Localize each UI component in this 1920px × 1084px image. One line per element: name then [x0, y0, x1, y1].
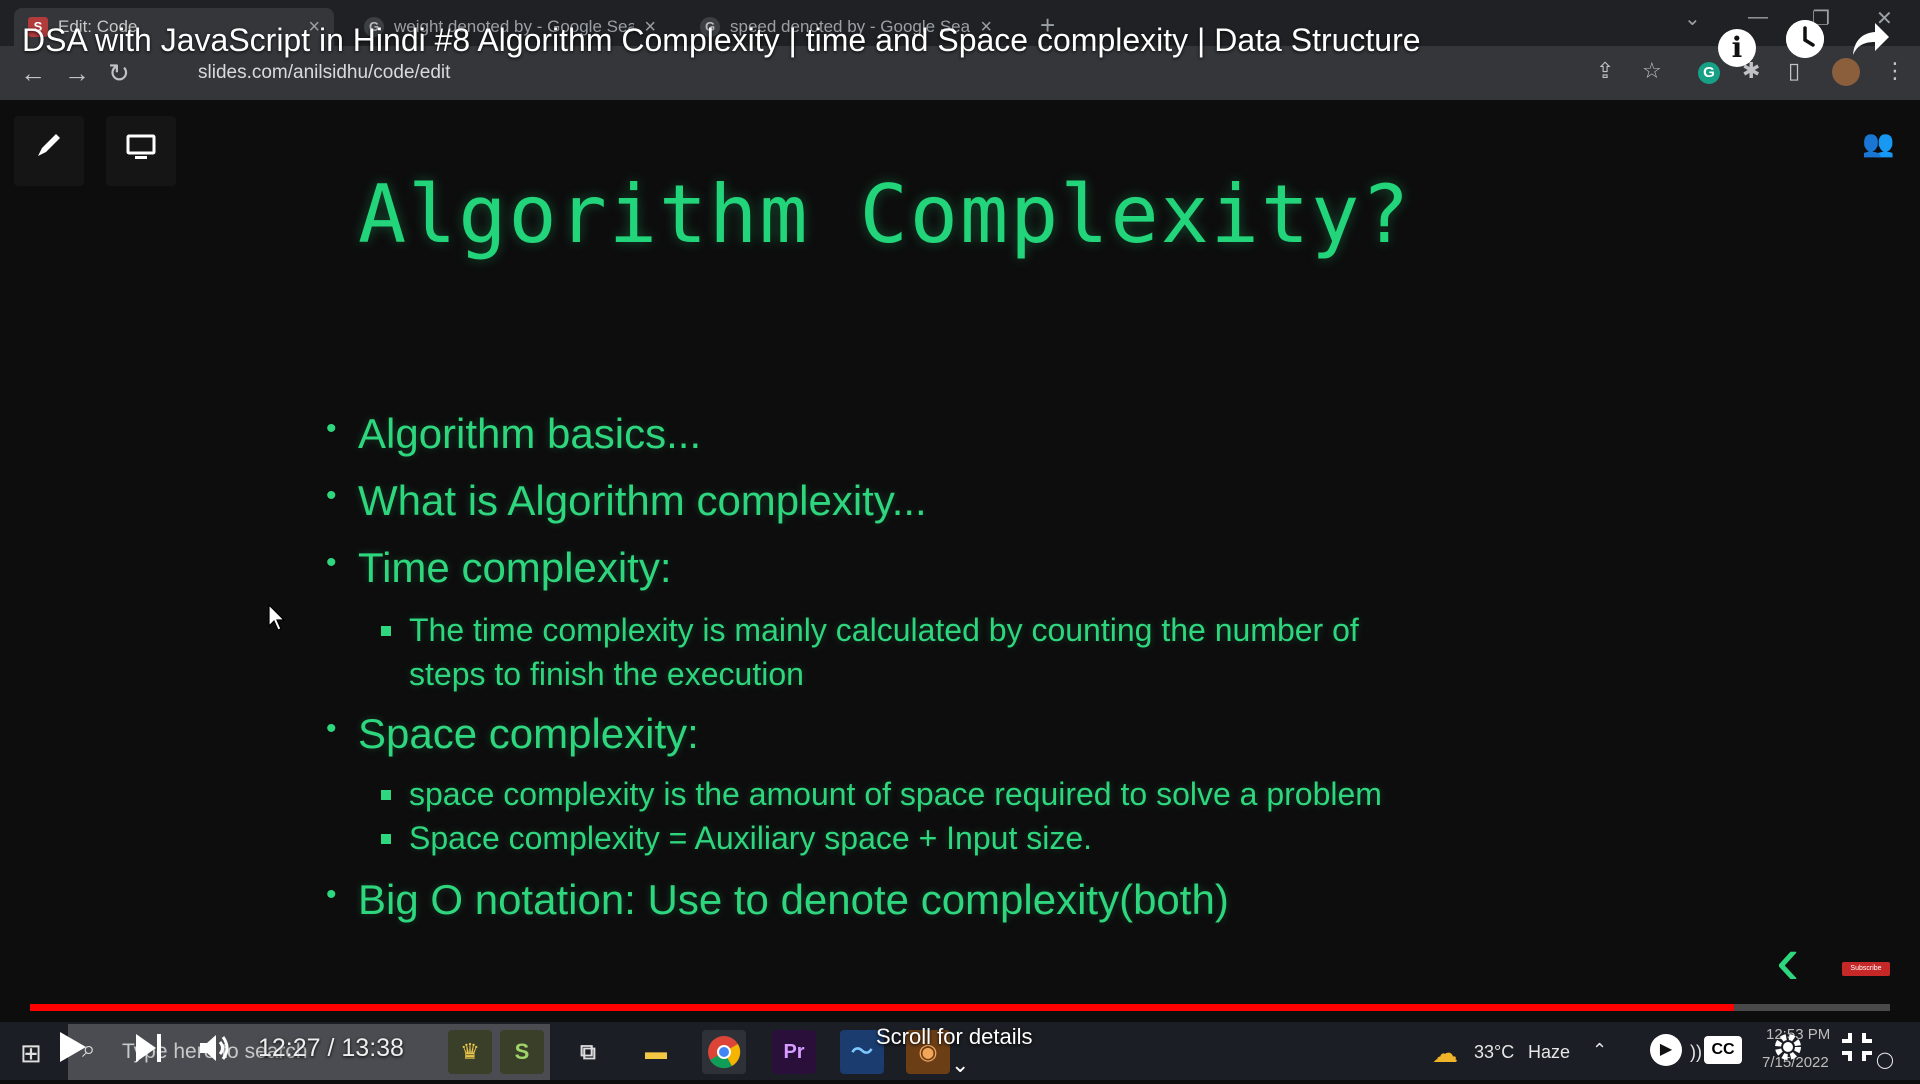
file-explorer-icon[interactable]: ▬ [634, 1030, 678, 1074]
slide-bullet: Time complexity: [358, 544, 672, 591]
slide-sub-bullet: steps to finish the execution [409, 656, 804, 692]
slide-bullet: Space complexity: [358, 710, 699, 757]
reload-icon[interactable]: ↻ [108, 58, 130, 89]
bullet-square-icon [381, 834, 391, 844]
speaker-icon [200, 1035, 229, 1061]
slide-sub-bullet: The time complexity is mainly calculated… [409, 612, 1359, 648]
task-view-icon[interactable]: ⧉ [566, 1030, 610, 1074]
scroll-for-details-hint[interactable]: Scroll for details [876, 1024, 1033, 1050]
mouse-cursor-icon [268, 604, 286, 631]
play-button[interactable] [58, 1030, 88, 1074]
gear-icon [1775, 1034, 1801, 1060]
bullet-dot-icon: • [326, 546, 337, 579]
monitor-icon [126, 134, 156, 159]
slide-bullet: Algorithm basics... [358, 410, 702, 457]
subscribe-badge[interactable]: Subscribe [1842, 962, 1890, 976]
volume-button[interactable] [198, 1030, 232, 1074]
video-title[interactable]: DSA with JavaScript in Hindi #8 Algorith… [22, 22, 1421, 59]
video-progress-bar[interactable] [30, 1004, 1890, 1011]
share-button[interactable] [1846, 20, 1896, 70]
bullet-dot-icon: • [326, 479, 337, 512]
exit-fullscreen-button[interactable] [1840, 1030, 1874, 1074]
previous-slide-chevron-icon[interactable]: ‹ [1776, 925, 1799, 995]
info-icon: i [1718, 29, 1756, 67]
share-icon[interactable]: ⇪ [1596, 58, 1614, 84]
weather-temperature: 33°C [1474, 1042, 1515, 1062]
time-display: 12:27 / 13:38 [258, 1034, 404, 1062]
subtitles-cc-button[interactable]: CC [1704, 1036, 1742, 1064]
url-field[interactable]: slides.com/anilsidhu/code/edit [198, 62, 450, 84]
tab-search-chevron-icon[interactable]: ⌄ [1684, 6, 1701, 31]
bullet-square-icon [381, 626, 391, 636]
clock-icon [1786, 20, 1824, 58]
skip-next-icon [136, 1034, 161, 1062]
settings-button[interactable] [1772, 1030, 1804, 1074]
bullet-dot-icon: • [326, 878, 337, 911]
present-button[interactable] [106, 116, 176, 186]
pencil-icon [38, 134, 60, 156]
info-button[interactable]: i [1712, 20, 1762, 70]
exit-fullscreen-icon [1842, 1033, 1872, 1061]
chevron-down-icon[interactable]: ⌄ [951, 1052, 969, 1078]
weather-icon: ☁ [1432, 1038, 1458, 1068]
audience-people-icon[interactable]: 👥 [1862, 128, 1894, 159]
taskbar-app-s21-icon[interactable]: S [500, 1030, 544, 1074]
bookmark-star-icon[interactable]: ☆ [1642, 58, 1662, 84]
pen-tool-button[interactable] [14, 116, 84, 186]
slide-sub-bullet: space complexity is the amount of space … [409, 776, 1382, 812]
autoplay-toggle-icon[interactable]: ▶ [1650, 1034, 1682, 1066]
watch-later-button[interactable] [1780, 20, 1830, 70]
forward-icon[interactable]: → [64, 58, 90, 89]
notification-center-icon[interactable]: ◯ [1876, 1050, 1894, 1070]
video-progress-fill [30, 1004, 1734, 1011]
play-icon [60, 1032, 86, 1062]
weather-description: Haze [1528, 1042, 1571, 1062]
bullet-dot-icon: • [326, 712, 337, 745]
slide-bullet: Big O notation: Use to denote complexity… [358, 876, 1229, 923]
next-video-button[interactable] [134, 1030, 164, 1074]
chrome-taskbar-icon[interactable] [702, 1030, 746, 1074]
network-icon[interactable]: )) [1690, 1042, 1702, 1063]
tray-expand-chevron-icon[interactable]: ⌃ [1592, 1040, 1607, 1061]
share-arrow-icon [1853, 23, 1889, 55]
back-icon[interactable]: ← [20, 58, 46, 89]
slide-title: Algorithm Complexity? [358, 168, 1412, 261]
bullet-dot-icon: • [326, 412, 337, 445]
premiere-pro-icon[interactable]: Pr [772, 1030, 816, 1074]
taskbar-app-trophy-icon[interactable]: ♛ [448, 1030, 492, 1074]
slide-bullet: What is Algorithm complexity... [358, 477, 927, 524]
bullet-square-icon [381, 790, 391, 800]
windows-start-icon[interactable]: ⊞ [20, 1038, 42, 1069]
slide-sub-bullet: Space complexity = Auxiliary space + Inp… [409, 820, 1093, 856]
